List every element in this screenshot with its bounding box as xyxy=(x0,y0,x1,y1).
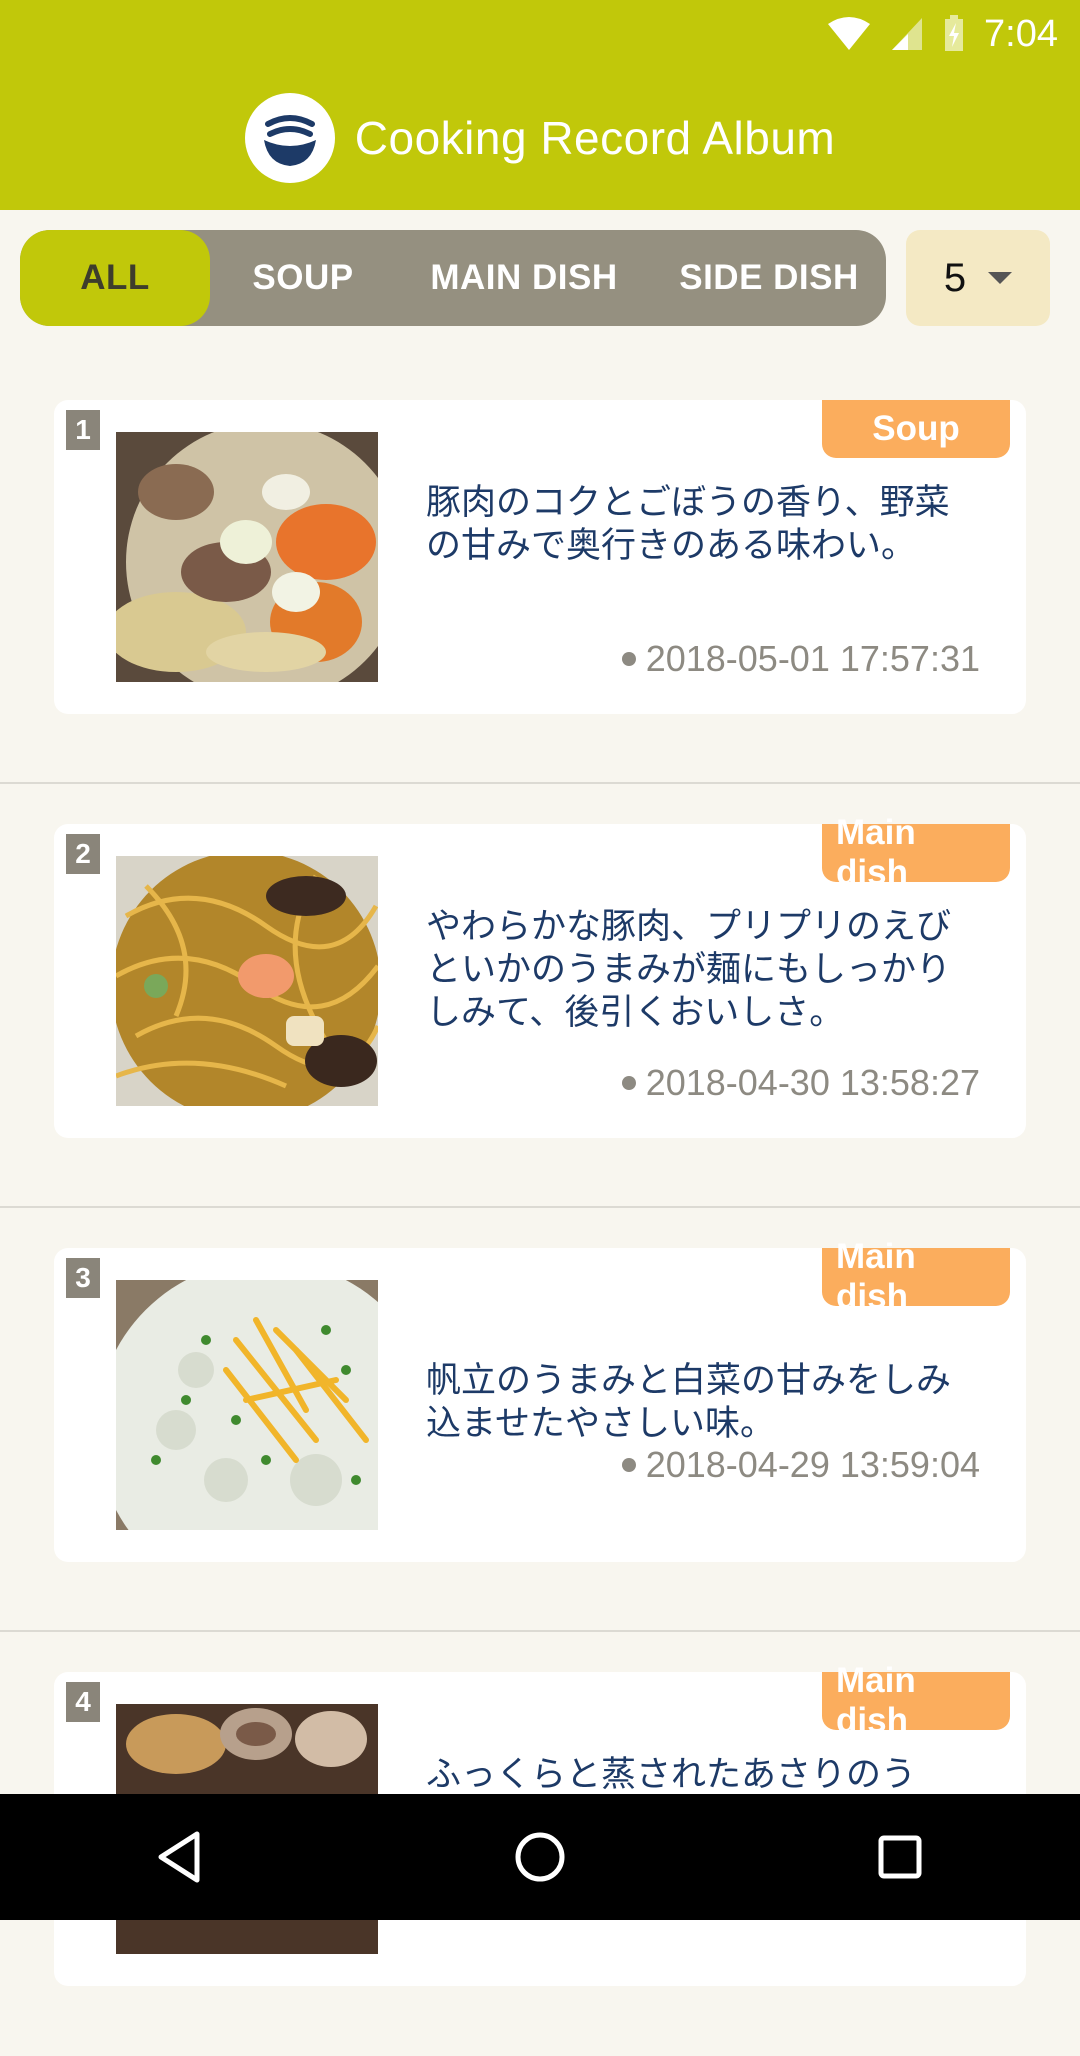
recipe-description: 帆立のうまみと白菜の甘みをしみ込ませたやさしい味。 xyxy=(426,1361,952,1444)
timestamp: 2018-04-29 13:59:04 xyxy=(621,1444,980,1486)
timestamp-text: 2018-04-29 13:59:04 xyxy=(645,1444,980,1485)
battery-charging-icon xyxy=(942,15,966,53)
recipe-photo[interactable] xyxy=(116,1280,378,1530)
recipe-description: ふっくらと蒸されたあさりのう xyxy=(426,1755,917,1795)
caret-down-icon xyxy=(988,272,1013,284)
recipe-card[interactable]: 2 Main dish やわらかな豚肉、プリプリのえびといかのうまみが麺にもしっ… xyxy=(54,813,1026,1138)
count-value: 5 xyxy=(943,255,967,300)
category-badge: Main dish xyxy=(822,1237,1010,1316)
category-badge: Soup xyxy=(822,400,1010,458)
tab-all[interactable]: ALL xyxy=(20,230,210,326)
recipe-photo[interactable] xyxy=(116,432,378,682)
dot-icon xyxy=(621,1076,636,1090)
bowl-logo-icon xyxy=(244,93,335,183)
app-header: Cooking Record Album xyxy=(0,90,1080,186)
clock: 7:04 xyxy=(984,12,1058,55)
back-icon[interactable] xyxy=(120,1817,240,1897)
category-badge: Main dish xyxy=(822,1661,1010,1740)
rank-number: 4 xyxy=(66,1682,100,1722)
app-title: Cooking Record Album xyxy=(354,112,836,164)
recipe-photo[interactable] xyxy=(116,856,378,1106)
rank-number: 1 xyxy=(66,410,100,450)
timestamp: 2018-05-01 17:57:31 xyxy=(621,638,980,680)
recents-icon[interactable] xyxy=(840,1817,960,1897)
recipe-description: やわらかな豚肉、プリプリのえびといかのうまみが麺にもしっかりしみて、後引くおいし… xyxy=(426,907,952,1033)
timestamp: 2018-04-30 13:58:27 xyxy=(621,1062,980,1104)
dot-icon xyxy=(621,652,636,666)
category-badge: Main dish xyxy=(822,813,1010,892)
tab-main-dish[interactable]: MAIN DISH xyxy=(396,230,652,326)
status-bar: 7:04 xyxy=(826,12,1058,55)
recipe-card[interactable]: 3 Main dish 帆立のうまみと白菜の甘みをしみ込ませたやさしい味。 20… xyxy=(54,1237,1026,1562)
list-item[interactable]: 2 Main dish やわらかな豚肉、プリプリのえびといかのうまみが麺にもしっ… xyxy=(0,784,1080,1208)
cell-signal-icon xyxy=(890,16,924,52)
recipe-card[interactable]: 1 Soup 豚肉のコクとごぼうの香り、野菜の甘みで奥行きのある味わい。 201… xyxy=(54,400,1026,714)
wifi-icon xyxy=(826,16,872,52)
tab-side-dish[interactable]: SIDE DISH xyxy=(652,230,886,326)
list-item[interactable]: 1 Soup 豚肉のコクとごぼうの香り、野菜の甘みで奥行きのある味わい。 201… xyxy=(0,360,1080,784)
recipe-description: 豚肉のコクとごぼうの香り、野菜の甘みで奥行きのある味わい。 xyxy=(426,483,950,566)
category-filter: ALL SOUP MAIN DISH SIDE DISH xyxy=(20,230,886,326)
rank-number: 2 xyxy=(66,834,100,874)
timestamp-text: 2018-05-01 17:57:31 xyxy=(645,638,980,679)
list-item[interactable]: 3 Main dish 帆立のうまみと白菜の甘みをしみ込ませたやさしい味。 20… xyxy=(0,1208,1080,1632)
tab-soup[interactable]: SOUP xyxy=(210,230,396,326)
rank-number: 3 xyxy=(66,1258,100,1298)
system-nav-bar xyxy=(0,1794,1080,1920)
count-dropdown[interactable]: 5 xyxy=(906,230,1050,326)
app-bar: 7:04 Cooking Record Album xyxy=(0,0,1080,210)
dot-icon xyxy=(621,1458,636,1472)
timestamp-text: 2018-04-30 13:58:27 xyxy=(645,1062,980,1103)
home-icon[interactable] xyxy=(480,1817,600,1897)
